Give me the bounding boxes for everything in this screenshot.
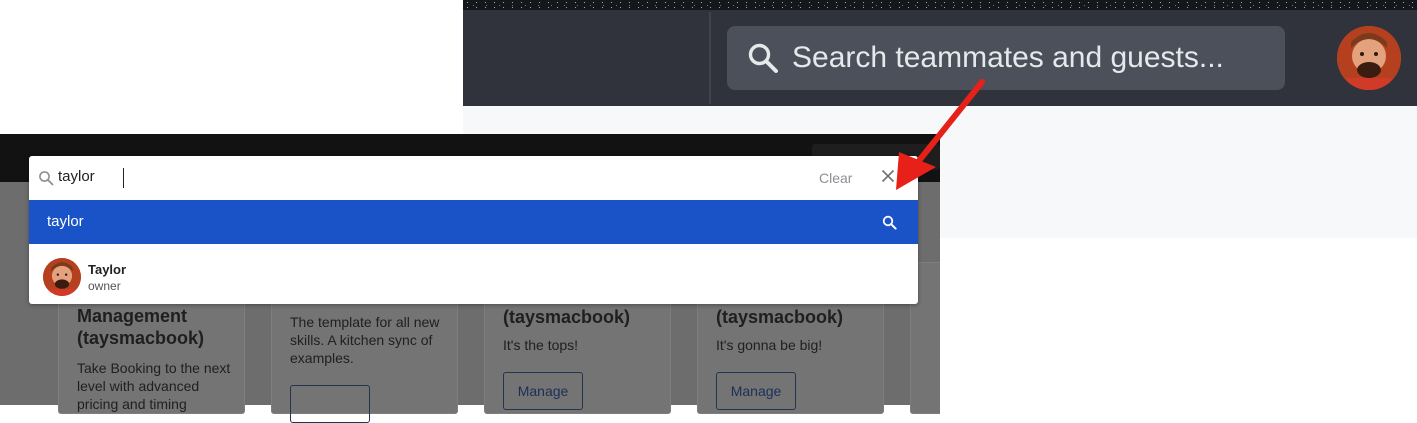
- result-name: Taylor: [88, 262, 127, 277]
- card-title: (taysmacbook): [503, 307, 631, 327]
- avatar-image: [1337, 26, 1401, 90]
- user-avatar[interactable]: [1337, 26, 1401, 90]
- clear-button[interactable]: Clear: [819, 170, 852, 186]
- search-icon: [748, 43, 778, 73]
- header-search-bar[interactable]: Search teammates and guests...: [727, 26, 1285, 90]
- search-result-user[interactable]: Taylor owner: [29, 244, 918, 304]
- search-icon: [882, 215, 897, 230]
- user-avatar: [43, 258, 81, 296]
- suggestion-label: taylor: [47, 213, 84, 230]
- manage-button[interactable]: Manage: [716, 372, 796, 410]
- result-role: owner: [88, 279, 121, 293]
- search-suggestion-query[interactable]: taylor: [29, 200, 918, 244]
- search-icon: [39, 171, 54, 186]
- card-title: Management (taysmacbook): [77, 306, 205, 348]
- search-dropdown: Clear taylor Taylor owner: [29, 156, 918, 304]
- manage-button[interactable]: [290, 385, 370, 423]
- search-input-row: Clear: [29, 156, 918, 200]
- avatar-image: [43, 258, 81, 296]
- header-crop: Search teammates and guests...: [463, 0, 1417, 106]
- close-icon[interactable]: [881, 169, 895, 183]
- card-description: The template for all new skills. A kitch…: [290, 314, 440, 366]
- card-description: It's gonna be big!: [716, 337, 823, 353]
- search-placeholder: Search teammates and guests...: [792, 41, 1224, 74]
- header-background-strip: [463, 0, 1417, 10]
- header-divider: [709, 12, 711, 104]
- manage-button[interactable]: Manage: [503, 372, 583, 410]
- card-description: It's the tops!: [503, 337, 579, 353]
- card-title: (taysmacbook): [716, 307, 844, 327]
- search-input[interactable]: [58, 168, 758, 185]
- text-caret: [123, 168, 124, 188]
